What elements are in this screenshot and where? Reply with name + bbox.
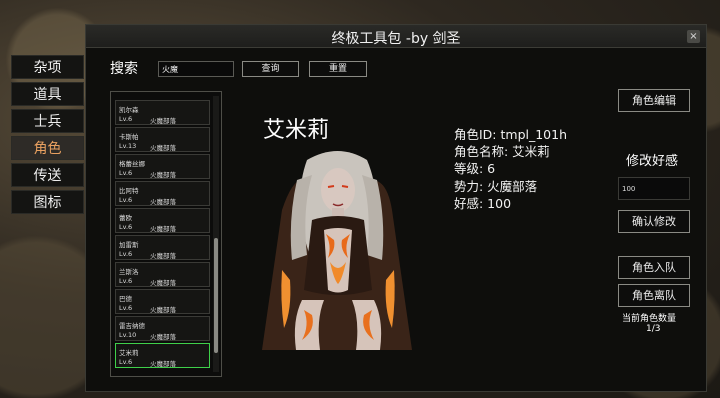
side-menu: 杂项 道具 士兵 角色 传送 图标: [11, 55, 84, 217]
list-item-level: Lv.6: [119, 250, 133, 258]
list-item-level: Lv.6: [119, 277, 133, 285]
list-item-faction: 火魔部落: [150, 225, 176, 233]
list-item-name: 蕾欧: [119, 214, 132, 222]
list-item-faction: 火魔部落: [150, 279, 176, 287]
list-item-level: Lv.6: [119, 115, 133, 123]
list-item[interactable]: 比阿特 Lv.6 火魔部落: [115, 181, 210, 206]
list-item-name: 艾米莉: [119, 349, 139, 357]
side-item-icons[interactable]: 图标: [11, 190, 84, 214]
query-button[interactable]: 查询: [242, 61, 299, 77]
edit-affinity-label: 修改好感: [626, 154, 679, 169]
list-item-name: 雷吉纳德: [119, 322, 145, 330]
list-item-level: Lv.6: [119, 358, 133, 366]
list-item-name: 比阿特: [119, 187, 139, 195]
list-item-name: 卡斯帕: [119, 133, 139, 141]
list-scrollbar-thumb[interactable]: [214, 238, 218, 353]
list-item[interactable]: 格蕾丝娜 Lv.6 火魔部落: [115, 154, 210, 179]
list-item-selected[interactable]: 艾米莉 Lv.6 火魔部落: [115, 343, 210, 368]
list-item-faction: 火魔部落: [150, 171, 176, 179]
list-item-level: Lv.13: [119, 142, 137, 150]
list-item-level: Lv.10: [119, 331, 137, 339]
list-item-level: Lv.6: [119, 196, 133, 204]
affinity-input[interactable]: [618, 177, 690, 200]
window-title: 终极工具包 -by 剑圣: [331, 31, 461, 47]
list-item-name: 格蕾丝娜: [119, 160, 145, 168]
list-item-faction: 火魔部落: [150, 198, 176, 206]
list-item-level: Lv.6: [119, 169, 133, 177]
list-item-faction: 火魔部落: [150, 144, 176, 152]
list-item-level: Lv.6: [119, 223, 133, 231]
list-item[interactable]: 巴德 Lv.6 火魔部落: [115, 289, 210, 314]
side-item-characters[interactable]: 角色: [11, 136, 84, 160]
party-count-label: 当前角色数量: [622, 314, 677, 324]
list-item[interactable]: 蕾欧 Lv.6 火魔部落: [115, 208, 210, 233]
list-item-faction: 火魔部落: [150, 306, 176, 314]
window-titlebar[interactable]: 终极工具包 -by 剑圣 ×: [86, 25, 706, 48]
search-label: 搜索: [110, 61, 138, 77]
edit-character-button[interactable]: 角色编辑: [618, 89, 690, 112]
character-level: 等级: 6: [454, 161, 496, 176]
list-item-level: Lv.6: [119, 304, 133, 312]
character-list[interactable]: 凯尔森 Lv.6 火魔部落 卡斯帕 Lv.13 火魔部落 格蕾丝娜 Lv.6 火…: [110, 91, 222, 377]
list-item-name: 巴德: [119, 295, 132, 303]
list-item-name: 加雷斯: [119, 241, 139, 249]
side-item-soldiers[interactable]: 士兵: [11, 109, 84, 133]
side-item-misc[interactable]: 杂项: [11, 55, 84, 79]
list-item-faction: 火魔部落: [150, 117, 176, 125]
character-title: 艾米莉: [263, 118, 330, 143]
party-count-value: 1/3: [646, 324, 661, 334]
list-item-faction: 火魔部落: [150, 252, 176, 260]
list-item[interactable]: 雷吉纳德 Lv.10 火魔部落: [115, 316, 210, 341]
close-icon[interactable]: ×: [687, 30, 700, 43]
list-item[interactable]: 加雷斯 Lv.6 火魔部落: [115, 235, 210, 260]
list-item-faction: 火魔部落: [150, 360, 176, 368]
list-item-faction: 火魔部落: [150, 333, 176, 341]
list-item[interactable]: 卡斯帕 Lv.13 火魔部落: [115, 127, 210, 152]
side-item-teleport[interactable]: 传送: [11, 163, 84, 187]
side-item-items[interactable]: 道具: [11, 82, 84, 106]
reset-button[interactable]: 重置: [309, 61, 367, 77]
search-input[interactable]: [158, 61, 234, 77]
character-affinity: 好感: 100: [454, 196, 512, 211]
join-party-button[interactable]: 角色入队: [618, 256, 690, 279]
character-portrait: [262, 151, 412, 350]
list-item-name: 兰斯洛: [119, 268, 139, 276]
list-item[interactable]: 兰斯洛 Lv.6 火魔部落: [115, 262, 210, 287]
confirm-edit-button[interactable]: 确认修改: [618, 210, 690, 233]
list-item[interactable]: 凯尔森 Lv.6 火魔部落: [115, 100, 210, 125]
leave-party-button[interactable]: 角色离队: [618, 284, 690, 307]
list-item-name: 凯尔森: [119, 106, 139, 114]
